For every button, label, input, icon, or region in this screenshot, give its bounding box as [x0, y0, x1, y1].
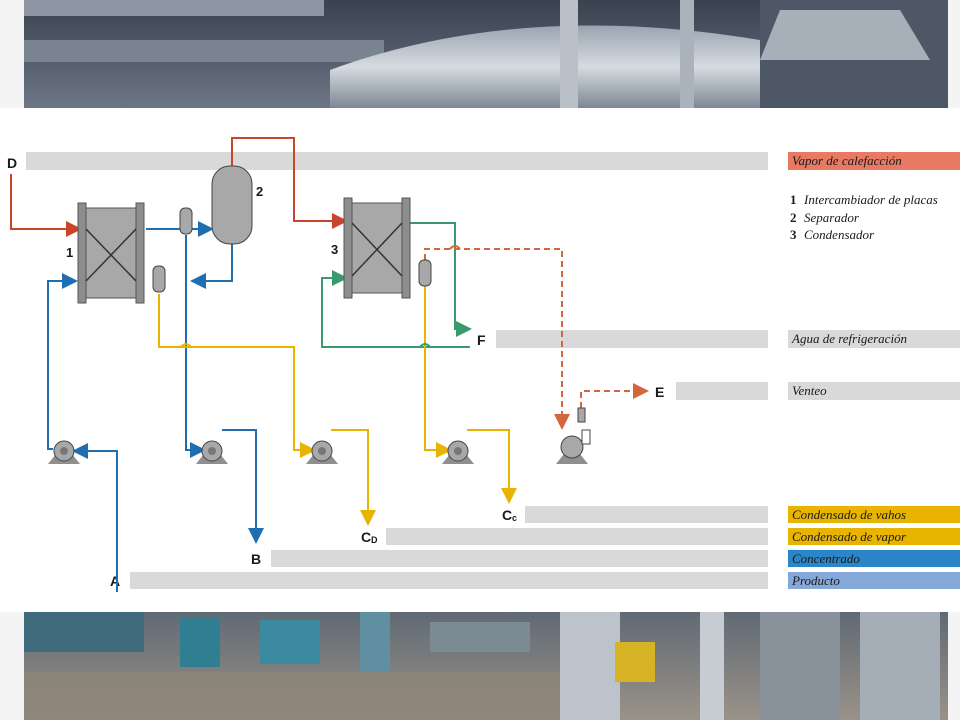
letter-concentrate: B [251, 551, 261, 567]
stream-bar-heating-steam [26, 152, 768, 170]
condenser-3 [343, 197, 411, 299]
letter-steam-condensate: C [361, 529, 371, 545]
legend-vent: Venteo [792, 383, 827, 398]
stream-bar-steam-condensate [386, 528, 768, 545]
pump-vapor-condensate [442, 440, 474, 464]
trap-1 [179, 207, 193, 235]
trap-3 [418, 259, 432, 287]
equipment-number-2: 2 [256, 184, 263, 199]
letter-steam-condensate-sub: D [371, 535, 378, 545]
equipment-legend: 1 Intercambiador de placas 2 Separador 3… [790, 192, 938, 242]
separator-2 [211, 165, 253, 245]
equipment-legend-num-2: 2 [790, 210, 797, 225]
legend-steam-condensate: Condensado de vapor [792, 529, 907, 544]
legend-heating-steam: Vapor de calefacción [792, 153, 902, 168]
condensate-lines [158, 286, 517, 526]
legend-concentrate: Concentrado [792, 551, 860, 566]
letter-product: A [110, 573, 120, 589]
equipment-legend-num-3: 3 [790, 227, 797, 242]
equipment-number-1: 1 [66, 245, 73, 260]
industrial-photo-top [0, 0, 960, 108]
crossing-humps [180, 245, 461, 348]
process-diagram: Vapor de calefacción Agua de refrigeraci… [0, 108, 960, 612]
pump-product [48, 440, 80, 464]
letter-cooling-water: F [477, 332, 486, 348]
equipment-legend-label-3: Condensador [804, 227, 875, 242]
equipment-legend-num-1: 1 [790, 192, 797, 207]
letter-vapor-condensate: C [502, 507, 512, 523]
industrial-photo-bottom [0, 612, 960, 720]
stream-bar-concentrate [271, 550, 768, 567]
legend-cooling-water: Agua de refrigeración [791, 331, 907, 346]
letter-vapor-condensate-sub: c [512, 513, 517, 523]
heating-steam-lines [10, 137, 348, 237]
stream-bar-vent [676, 382, 768, 400]
legend-product: Producto [791, 573, 840, 588]
equipment-legend-label-1: Intercambiador de placas [803, 192, 938, 207]
equipment-legend-label-2: Separador [804, 210, 860, 225]
legend-vapor-condensate: Condensado de vahos [792, 507, 906, 522]
pump-concentrate [196, 440, 228, 464]
letter-vent: E [655, 384, 664, 400]
equipment-number-3: 3 [331, 242, 338, 257]
trap-2 [152, 265, 166, 293]
stream-bar-product [130, 572, 768, 589]
stream-bar-cooling-water [496, 330, 768, 348]
letter-heating-steam: D [7, 155, 17, 171]
pump-steam-condensate [306, 440, 338, 464]
stream-bar-vapor-condensate [525, 506, 768, 523]
plate-exchanger-1 [77, 202, 145, 304]
